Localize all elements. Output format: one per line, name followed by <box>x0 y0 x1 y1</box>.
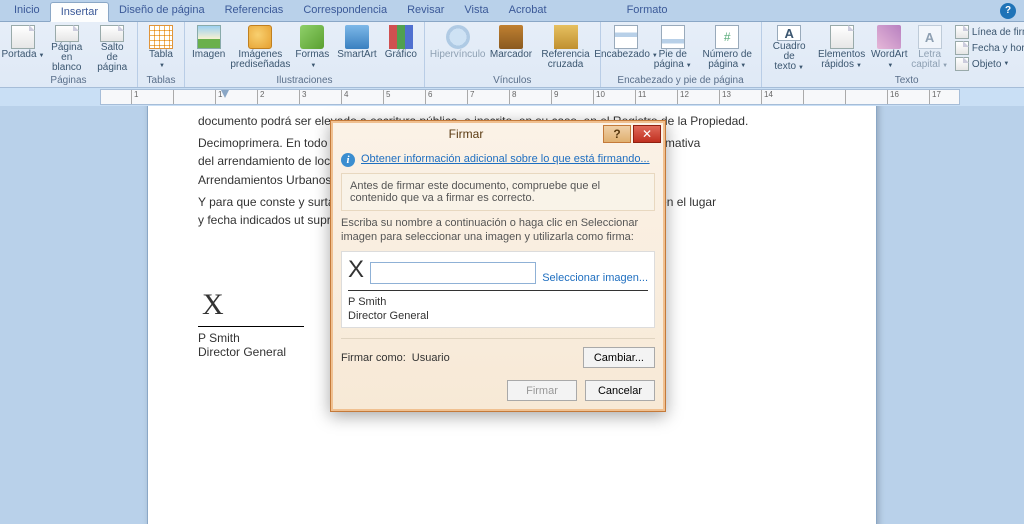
select-image-link[interactable]: Seleccionar imagen... <box>542 272 648 284</box>
change-button[interactable]: Cambiar... <box>583 347 655 368</box>
warning-text: Antes de firmar este documento, comprueb… <box>341 173 655 211</box>
signature-x-icon: X <box>348 256 364 284</box>
dialog-close-button[interactable]: ✕ <box>633 125 661 143</box>
signer-name-label: P Smith <box>348 295 648 309</box>
info-icon: i <box>341 153 355 167</box>
signature-name-input[interactable] <box>370 262 536 284</box>
dialog-titlebar[interactable]: Firmar ? ✕ <box>331 121 665 147</box>
dialog-title: Firmar <box>331 127 601 141</box>
cancel-button[interactable]: Cancelar <box>585 380 655 401</box>
signing-info-link[interactable]: Obtener información adicional sobre lo q… <box>361 153 650 165</box>
sign-as-label: Firmar como: <box>341 352 406 364</box>
sign-dialog: Firmar ? ✕ i Obtener información adicion… <box>330 120 666 412</box>
sign-button[interactable]: Firmar <box>507 380 577 401</box>
dialog-help-button[interactable]: ? <box>603 125 631 143</box>
sign-as-value: Usuario <box>412 352 450 364</box>
modal-backdrop: Firmar ? ✕ i Obtener información adicion… <box>0 0 1024 524</box>
signer-title-label: Director General <box>348 309 648 323</box>
instruction-text: Escriba su nombre a continuación o haga … <box>341 217 655 245</box>
